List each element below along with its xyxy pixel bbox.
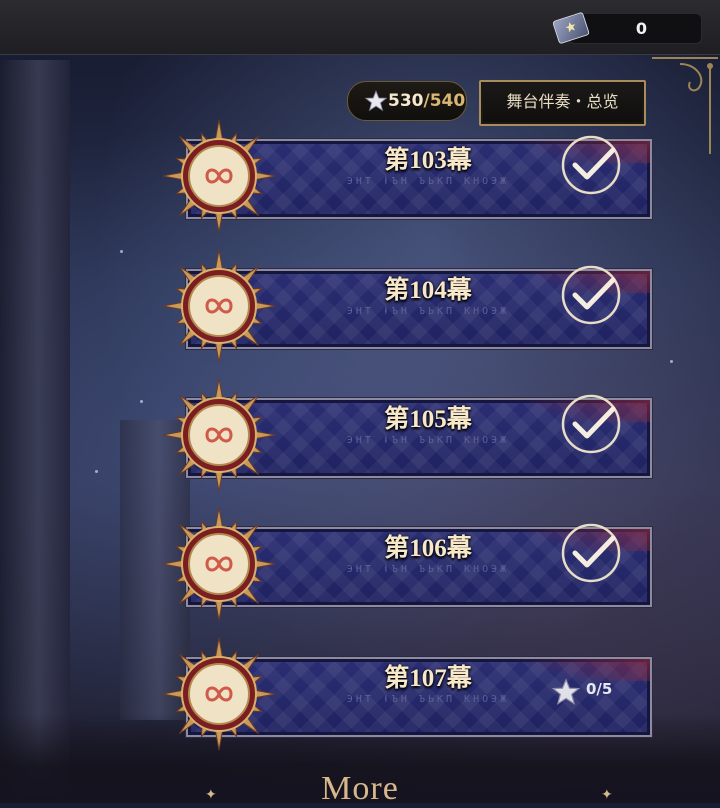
sun-emblem-icon — [162, 507, 276, 621]
sun-emblem-icon — [162, 378, 276, 492]
checkmark-icon — [561, 265, 621, 325]
stage-row[interactable]: 第104幕 ЭНТ ⱡЪН ЪЬКП КНОЭЖ — [158, 249, 656, 363]
star-icon — [552, 678, 580, 705]
checkmark-icon — [561, 135, 621, 195]
stage-runes: ЭНТ ⱡЪН ЪЬКП КНОЭЖ — [346, 694, 510, 705]
sun-emblem-icon — [162, 249, 276, 363]
star-total: 530/540 — [347, 81, 467, 121]
stage-title: 第105幕 — [384, 406, 472, 433]
checkmark-icon — [561, 523, 621, 583]
stage-progress-text: 0/5 — [586, 680, 613, 698]
frame-ornament — [652, 57, 718, 154]
stage-runes: ЭНТ ⱡЪН ЪЬКП КНОЭЖ — [346, 435, 510, 446]
stage-runes: ЭНТ ⱡЪН ЪЬКП КНОЭЖ — [346, 176, 510, 187]
ticket-star-icon — [552, 11, 590, 45]
ticket-count: 0 — [635, 19, 647, 38]
stage-runes: ЭНТ ⱡЪН ЪЬКП КНОЭЖ — [346, 564, 510, 575]
stage-overview-button[interactable]: 舞台伴奏・总览 — [479, 80, 646, 126]
stage-row[interactable]: 第106幕 ЭНТ ⱡЪН ЪЬКП КНОЭЖ — [158, 507, 656, 621]
stage-runes: ЭНТ ⱡЪН ЪЬКП КНОЭЖ — [346, 306, 510, 317]
stage-progress: 0/5 — [552, 678, 642, 705]
stage-row[interactable]: 第107幕 ЭНТ ⱡЪН ЪЬКП КНОЭЖ 0/5 — [158, 637, 656, 751]
top-bar: 0 — [0, 0, 720, 55]
stage-title: 第103幕 — [384, 147, 472, 174]
stage-row[interactable]: 第105幕 ЭНТ ⱡЪН ЪЬКП КНОЭЖ — [158, 378, 656, 492]
star-icon — [365, 90, 387, 112]
checkmark-icon — [561, 394, 621, 454]
stage-title: 第106幕 — [384, 535, 472, 562]
stage-title: 第104幕 — [384, 277, 472, 304]
star-count: 530/540 — [388, 91, 466, 111]
stage-row[interactable]: 第103幕 ЭНТ ⱡЪН ЪЬКП КНОЭЖ — [158, 119, 656, 233]
stage-title: 第107幕 — [384, 665, 472, 692]
sparkle-icon: ✦ — [601, 786, 613, 802]
sparkle — [120, 250, 123, 253]
background-pillar — [0, 60, 70, 803]
ticket-counter[interactable]: 0 — [552, 11, 702, 45]
sparkle — [95, 470, 98, 473]
sparkle — [140, 400, 143, 403]
sun-emblem-icon — [162, 119, 276, 233]
more-footer[interactable]: ✦ More ✦ — [0, 768, 720, 807]
sparkle — [670, 360, 673, 363]
sun-emblem-icon — [162, 637, 276, 751]
